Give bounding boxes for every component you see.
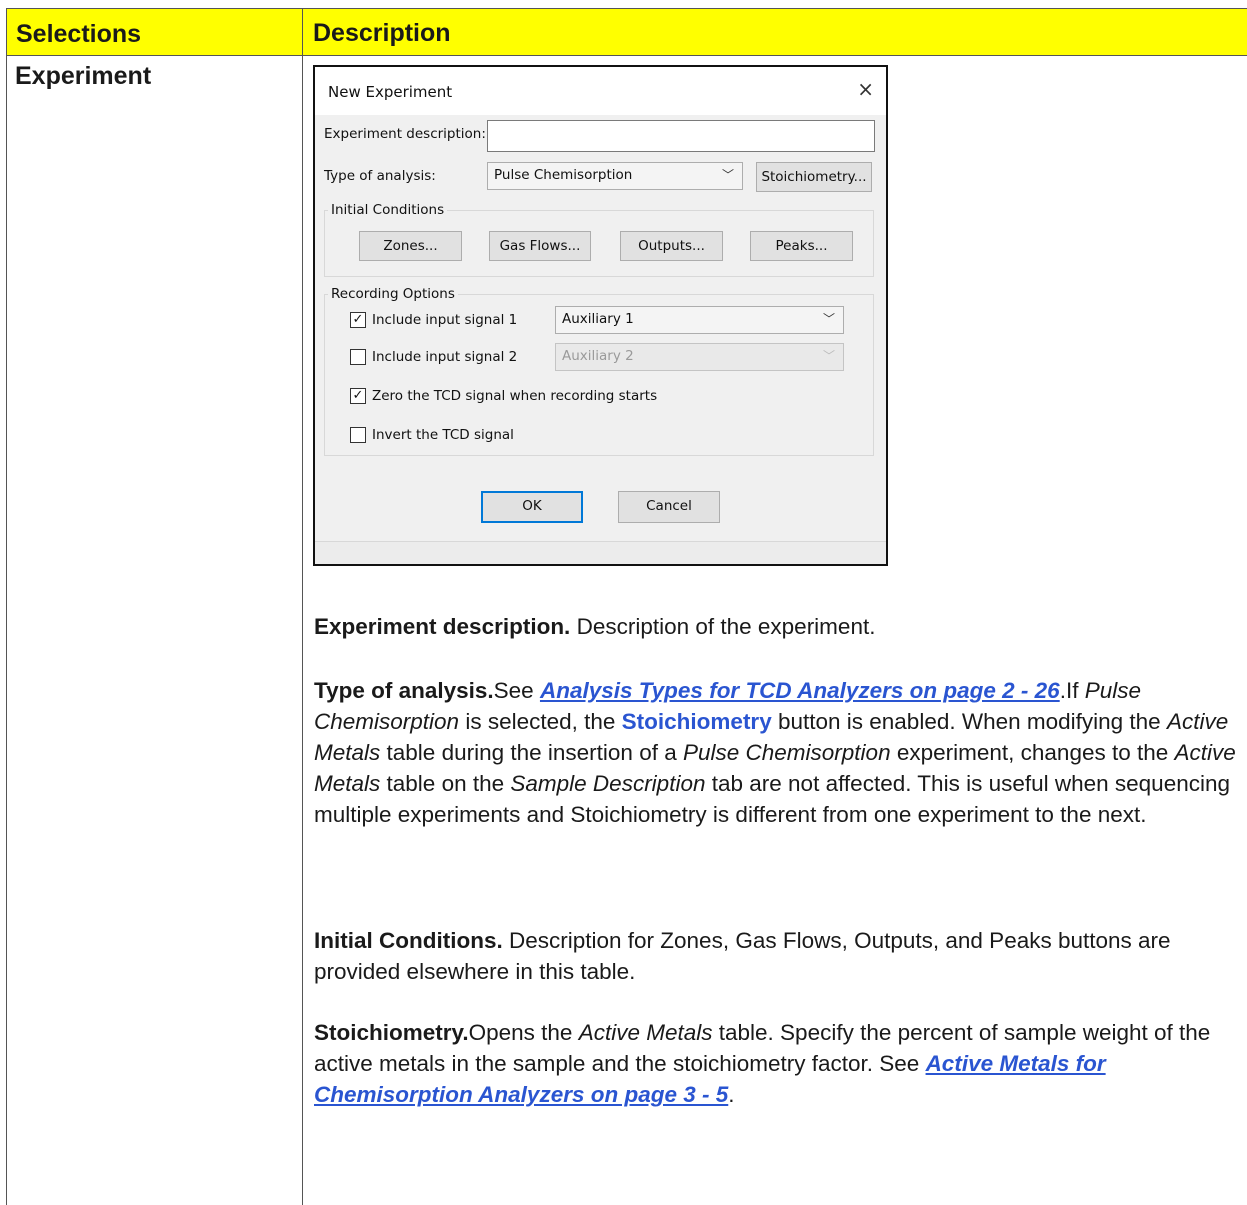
chevron-down-icon: ﹀ [822,312,835,326]
type-of-analysis-select[interactable]: Pulse Chemisorption ﹀ [487,162,743,190]
table-column-divider [302,8,303,1205]
type-of-analysis-value: Pulse Chemisorption [494,167,633,183]
stoichiometry-paragraph: Stoichiometry.Opens the Active Metals ta… [314,1017,1244,1110]
p2-t5: experiment, changes to the [890,740,1175,765]
cancel-button[interactable]: Cancel [618,491,720,523]
chevron-down-icon: ﹀ [822,349,835,363]
ok-button[interactable]: OK [481,491,583,523]
initial-conditions-label: Initial Conditions [328,202,448,218]
initial-conditions-paragraph: Initial Conditions. Description for Zone… [314,925,1244,987]
table-left-border [6,8,7,1205]
p2-t2: is selected, the [459,709,622,734]
chevron-down-icon: ﹀ [721,168,734,182]
new-experiment-dialog: New Experiment × Experiment description:… [313,65,888,566]
signal-2-select: Auxiliary 2 ﹀ [555,343,844,371]
invert-tcd-checkbox[interactable] [350,427,366,443]
p4-i1: Active Metals [578,1020,713,1045]
dialog-title: New Experiment [328,83,453,101]
include-signal-2-label: Include input signal 2 [372,349,518,365]
header-description: Description [313,19,451,47]
recording-options-label: Recording Options [328,286,458,302]
type-of-analysis-paragraph: Type of analysis.See Analysis Types for … [314,675,1244,830]
signal-2-value: Auxiliary 2 [562,348,634,364]
dialog-bottom-band [315,541,886,564]
zones-button[interactable]: Zones... [359,231,462,261]
zero-tcd-label: Zero the TCD signal when recording start… [372,388,658,404]
term-initial-conditions: Initial Conditions. [314,928,503,953]
experiment-description-field[interactable] [487,120,875,152]
header-selections: Selections [16,20,142,48]
link-analysis-types[interactable]: Analysis Types for TCD Analyzers on page… [540,678,1060,703]
p1-text: Description of the experiment. [570,614,876,639]
p2-t1: .If [1059,678,1085,703]
zero-tcd-checkbox[interactable]: ✓ [350,388,366,404]
p2-i3: Pulse Chemisorption [682,740,891,765]
row-label-experiment: Experiment [15,62,152,90]
stoichiometry-button-ref: Stoichiometry [621,709,772,734]
gas-flows-button[interactable]: Gas Flows... [489,231,591,261]
dialog-title-bar: New Experiment × [315,67,886,115]
p2-i5: Sample Description [510,771,706,796]
p2-t4: table during the insertion of a [380,740,683,765]
table-header-row: Selections Description [6,8,1247,56]
invert-tcd-label: Invert the TCD signal [372,427,514,443]
p2-see: See [493,678,540,703]
stoichiometry-button[interactable]: Stoichiometry... [756,162,872,192]
peaks-button[interactable]: Peaks... [750,231,853,261]
outputs-button[interactable]: Outputs... [620,231,723,261]
type-of-analysis-label: Type of analysis: [324,168,436,184]
experiment-description-paragraph: Experiment description. Description of t… [314,611,1244,642]
p2-t3: button is enabled. When modifying the [771,709,1167,734]
p4-t3: . [728,1082,735,1107]
close-icon[interactable]: × [857,77,874,101]
term-experiment-description: Experiment description. [314,614,571,639]
p4-t1: Opens the [468,1020,579,1045]
include-signal-1-checkbox[interactable]: ✓ [350,312,366,328]
experiment-description-label: Experiment description: [324,126,486,142]
p2-t6: table on the [380,771,511,796]
signal-1-select[interactable]: Auxiliary 1 ﹀ [555,306,844,334]
include-signal-1-label: Include input signal 1 [372,312,518,328]
include-signal-2-checkbox[interactable] [350,349,366,365]
term-type-of-analysis: Type of analysis. [314,678,494,703]
signal-1-value: Auxiliary 1 [562,311,634,327]
term-stoichiometry: Stoichiometry. [314,1020,469,1045]
